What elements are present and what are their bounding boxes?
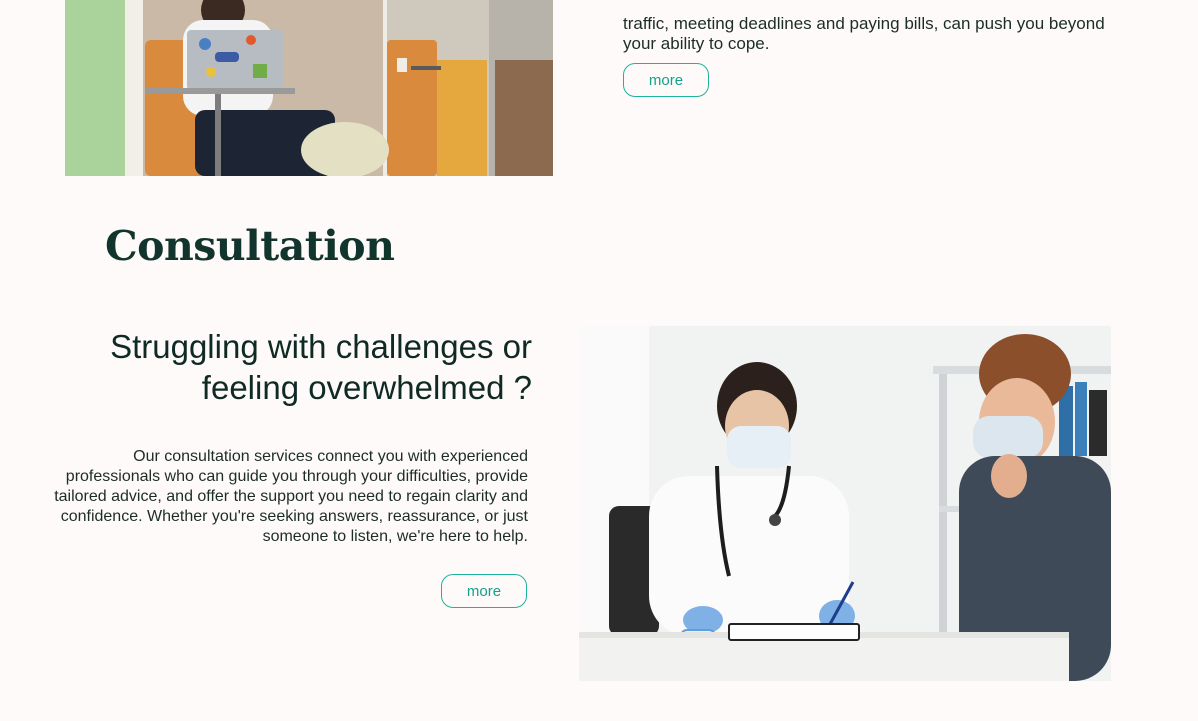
more-button-stress[interactable]: more [623, 63, 709, 97]
consultation-headline: Struggling with challenges or feeling ov… [110, 328, 532, 406]
more-button-consultation[interactable]: more [441, 574, 527, 608]
section-title: Consultation [105, 222, 395, 270]
stress-description: traffic, meeting deadlines and paying bi… [623, 14, 1105, 53]
page: traffic, meeting deadlines and paying bi… [0, 0, 1198, 721]
doctor-consultation-photo [579, 326, 1111, 681]
stressed-man-photo [65, 0, 553, 176]
consultation-description: Our consultation services connect you wi… [54, 448, 528, 545]
